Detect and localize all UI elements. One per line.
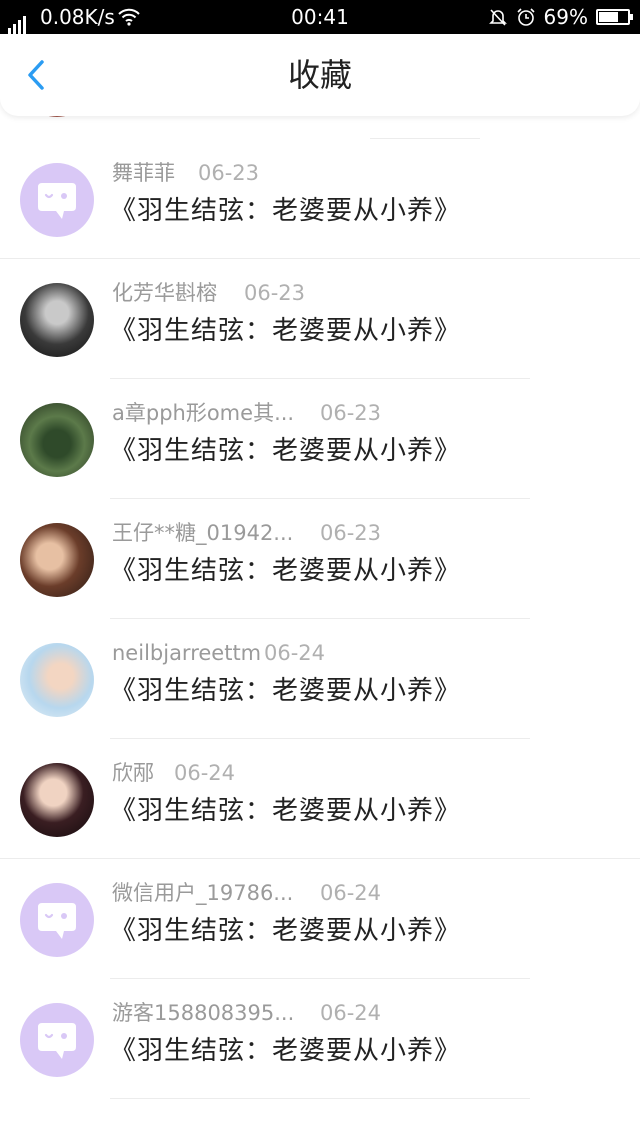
avatar[interactable] (20, 643, 94, 717)
divider (110, 1098, 530, 1099)
favorite-title[interactable]: 《羽生结弦：老婆要从小养》 (110, 311, 461, 351)
nav-bar: 收藏 (0, 34, 640, 116)
item-meta: 欣邴 06-24 (112, 757, 235, 789)
favorite-title[interactable]: 《羽生结弦：老婆要从小养》 (110, 911, 461, 951)
favorite-item[interactable]: a章pph形ome其... 06-23 《羽生结弦：老婆要从小养》 (0, 379, 640, 499)
favorite-date: 06-23 (198, 161, 260, 185)
item-meta: 游客158808395... 06-24 (112, 997, 381, 1029)
avatar[interactable] (20, 1003, 94, 1077)
favorite-title[interactable]: 《羽生结弦：老婆要从小养》 (110, 191, 461, 231)
favorite-title[interactable]: 《羽生结弦：老婆要从小养》 (110, 551, 461, 591)
favorite-date: 06-23 (320, 521, 382, 545)
user-name[interactable]: 欣邴 (112, 761, 154, 785)
favorite-item[interactable]: neilbjarreettm 06-24 《羽生结弦：老婆要从小养》 (0, 619, 640, 739)
favorite-date: 06-23 (244, 281, 306, 305)
chat-bubble-icon (38, 903, 76, 939)
favorite-date: 06-24 (264, 641, 326, 665)
favorite-date: 06-24 (320, 1001, 382, 1025)
favorite-item[interactable]: 微信用户_19786... 06-24 《羽生结弦：老婆要从小养》 (0, 859, 640, 979)
favorite-date: 06-24 (320, 881, 382, 905)
muted-bell-icon (488, 9, 507, 26)
user-name[interactable]: 舞菲菲 (112, 161, 175, 185)
user-name[interactable]: a章pph形ome其... (112, 401, 294, 425)
user-name[interactable]: neilbjarreettm (112, 641, 261, 665)
chevron-left-icon (28, 60, 44, 90)
back-button[interactable] (16, 52, 56, 98)
user-name[interactable]: 游客158808395... (112, 1001, 294, 1025)
battery-percent: 69% (543, 5, 588, 29)
favorite-item[interactable]: 王仔**糖_01942... 06-23 《羽生结弦：老婆要从小养》 (0, 499, 640, 619)
favorite-title[interactable]: 《羽生结弦：老婆要从小养》 (110, 791, 461, 831)
avatar[interactable] (20, 403, 94, 477)
item-meta: 王仔**糖_01942... 06-23 (112, 517, 381, 549)
favorite-item[interactable]: 欣邴 06-24 《羽生结弦：老婆要从小养》 (0, 739, 640, 859)
favorite-title[interactable]: 《羽生结弦：老婆要从小养》 (110, 671, 461, 711)
favorite-item[interactable]: 化芳华斟榕 06-23 《羽生结弦：老婆要从小养》 (0, 259, 640, 379)
page-title: 收藏 (287, 56, 352, 94)
favorite-item[interactable]: 游客158808395... 06-24 《羽生结弦：老婆要从小养》 (0, 979, 640, 1099)
favorite-item[interactable]: 舞菲菲 06-23 《羽生结弦：老婆要从小养》 (0, 139, 640, 259)
avatar[interactable] (20, 283, 94, 357)
item-meta: 化芳华斟榕 06-23 (112, 277, 305, 309)
favorite-date: 06-23 (320, 401, 382, 425)
item-meta: 舞菲菲 06-23 (112, 157, 259, 189)
item-meta: 微信用户_19786... 06-24 (112, 877, 381, 909)
chat-bubble-icon (38, 183, 76, 219)
user-name[interactable]: 王仔**糖_01942... (112, 521, 293, 545)
user-name[interactable]: 化芳华斟榕 (112, 281, 217, 305)
alarm-clock-icon (516, 8, 535, 26)
favorite-title[interactable]: 《羽生结弦：老婆要从小养》 (110, 1031, 461, 1071)
avatar[interactable] (20, 883, 94, 957)
avatar[interactable] (20, 163, 94, 237)
battery-icon (596, 9, 633, 25)
favorites-list[interactable]: 《羽生结弦：老婆要从小养》舞菲菲06-23《羽生结弦：老婆要从小养》化芳华斟榕0… (0, 86, 640, 1138)
status-bar: 0.08K/s 00:41 69% (0, 0, 640, 34)
item-meta: neilbjarreettm 06-24 (112, 637, 325, 669)
favorite-title[interactable]: 《羽生结弦：老婆要从小养》 (110, 431, 461, 471)
avatar[interactable] (20, 523, 94, 597)
chat-bubble-icon (38, 1023, 76, 1059)
avatar[interactable] (20, 763, 94, 837)
favorite-date: 06-24 (174, 761, 236, 785)
item-meta: a章pph形ome其... 06-23 (112, 397, 381, 429)
user-name[interactable]: 微信用户_19786... (112, 881, 293, 905)
